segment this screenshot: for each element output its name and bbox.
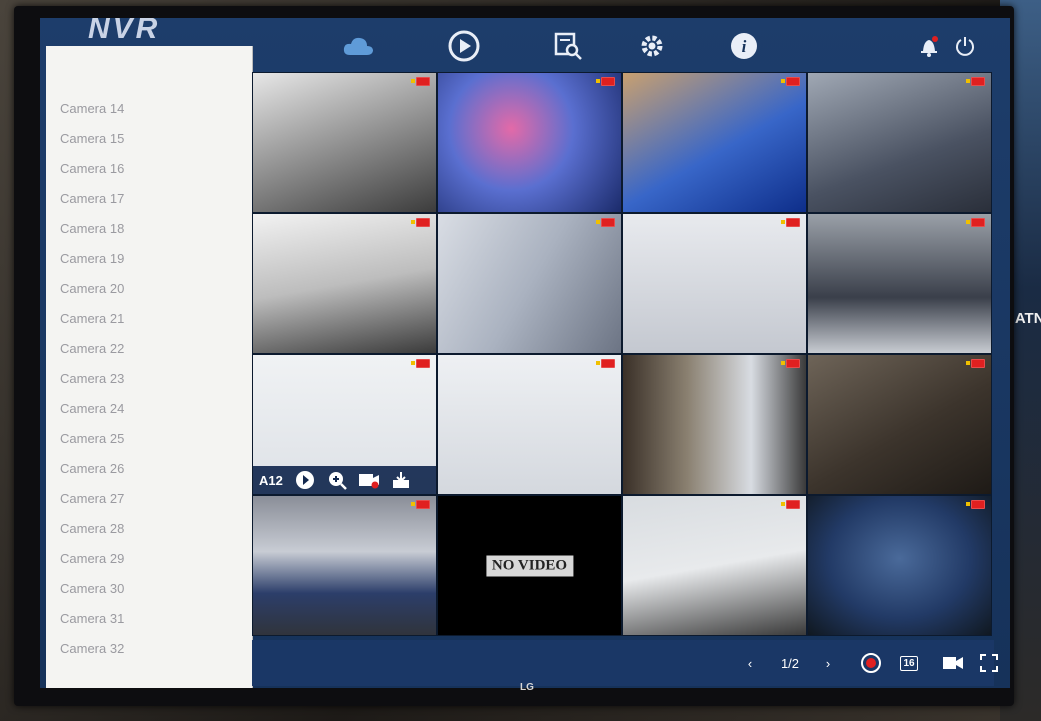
page-indicator: 1/2 bbox=[780, 655, 800, 671]
tile-toolbar: A12 bbox=[253, 466, 436, 494]
camera-list-item[interactable]: Camera 22 bbox=[60, 336, 124, 362]
record-indicator-icon bbox=[411, 218, 430, 227]
camera-list-item[interactable]: Camera 25 bbox=[60, 426, 124, 452]
camera-grid: A12 NO VIDEO bbox=[252, 72, 994, 640]
monitor-bezel: NVR i Camera 14 Camera 15 Camera 16 Came… bbox=[14, 6, 1014, 706]
playback-icon[interactable] bbox=[293, 470, 317, 490]
camera-tile[interactable] bbox=[252, 495, 437, 636]
cloud-icon[interactable] bbox=[340, 28, 376, 64]
bottom-toolbar: ‹ 1/2 › 16 bbox=[252, 640, 998, 686]
zoom-icon[interactable] bbox=[325, 470, 349, 490]
alarm-bell-icon[interactable] bbox=[916, 28, 942, 64]
record-indicator-icon bbox=[966, 500, 985, 509]
camera-tile[interactable]: NO VIDEO bbox=[437, 495, 622, 636]
camera-tile[interactable] bbox=[807, 495, 992, 636]
live-view-icon[interactable] bbox=[446, 28, 482, 64]
record-indicator-icon bbox=[596, 218, 615, 227]
camera-tile[interactable] bbox=[622, 495, 807, 636]
layout-16-button[interactable]: 16 bbox=[896, 650, 922, 676]
record-icon[interactable] bbox=[357, 470, 381, 490]
camera-list-item[interactable]: Camera 31 bbox=[60, 606, 124, 632]
camera-list-item[interactable]: Camera 24 bbox=[60, 396, 124, 422]
camera-tile[interactable] bbox=[252, 213, 437, 354]
camera-list-item[interactable]: Camera 23 bbox=[60, 366, 124, 392]
camera-list-item[interactable]: Camera 20 bbox=[60, 276, 124, 302]
camera-list-item[interactable]: Camera 14 bbox=[60, 96, 124, 122]
camera-list-item[interactable]: Camera 28 bbox=[60, 516, 124, 542]
camera-tile[interactable] bbox=[252, 72, 437, 213]
tile-channel-label: A12 bbox=[259, 472, 283, 488]
camera-tile[interactable] bbox=[437, 354, 622, 495]
camera-list: Camera 14 Camera 15 Camera 16 Camera 17 … bbox=[46, 46, 253, 688]
camera-list-item[interactable]: Camera 15 bbox=[60, 126, 124, 152]
record-indicator-icon bbox=[781, 77, 800, 86]
prev-page-button[interactable]: ‹ bbox=[740, 650, 760, 676]
power-icon[interactable] bbox=[952, 28, 978, 64]
settings-icon[interactable] bbox=[634, 28, 670, 64]
brand-logo: NVR bbox=[88, 18, 161, 45]
no-video-label: NO VIDEO bbox=[485, 555, 574, 576]
record-indicator-icon bbox=[411, 359, 430, 368]
record-indicator-icon bbox=[781, 359, 800, 368]
camera-tile[interactable] bbox=[437, 213, 622, 354]
camera-tile[interactable] bbox=[807, 72, 992, 213]
manual-record-icon[interactable] bbox=[858, 650, 884, 676]
camera-list-item[interactable]: Camera 21 bbox=[60, 306, 124, 332]
search-playback-icon[interactable] bbox=[550, 28, 586, 64]
camera-list-item[interactable]: Camera 30 bbox=[60, 576, 124, 602]
camera-tile[interactable] bbox=[622, 354, 807, 495]
record-indicator-icon bbox=[596, 359, 615, 368]
svg-text:i: i bbox=[742, 37, 747, 56]
camera-tile[interactable]: A12 bbox=[252, 354, 437, 495]
record-indicator-icon bbox=[781, 218, 800, 227]
camera-tile[interactable] bbox=[807, 213, 992, 354]
camera-list-item[interactable]: Camera 17 bbox=[60, 186, 124, 212]
record-indicator-icon bbox=[781, 500, 800, 509]
camera-list-item[interactable]: Camera 18 bbox=[60, 216, 124, 242]
camera-list-item[interactable]: Camera 26 bbox=[60, 456, 124, 482]
camera-tile[interactable] bbox=[622, 213, 807, 354]
camera-tile[interactable] bbox=[437, 72, 622, 213]
fullscreen-icon[interactable] bbox=[976, 650, 1002, 676]
next-page-button[interactable]: › bbox=[818, 650, 838, 676]
camera-list-item[interactable]: Camera 32 bbox=[60, 636, 124, 662]
record-indicator-icon bbox=[411, 77, 430, 86]
info-icon[interactable]: i bbox=[726, 28, 762, 64]
record-indicator-icon bbox=[966, 218, 985, 227]
camera-sequence-icon[interactable] bbox=[940, 650, 966, 676]
camera-list-item[interactable]: Camera 29 bbox=[60, 546, 124, 572]
snapshot-icon[interactable] bbox=[389, 470, 413, 490]
nvr-screen: NVR i Camera 14 Camera 15 Camera 16 Came… bbox=[40, 18, 1010, 688]
camera-list-item[interactable]: Camera 27 bbox=[60, 486, 124, 512]
record-indicator-icon bbox=[596, 77, 615, 86]
monitor-logo: LG bbox=[520, 682, 534, 693]
record-indicator-icon bbox=[411, 500, 430, 509]
camera-tile[interactable] bbox=[807, 354, 992, 495]
camera-list-item[interactable]: Camera 16 bbox=[60, 156, 124, 182]
camera-list-item[interactable]: Camera 19 bbox=[60, 246, 124, 272]
layout-16-label: 16 bbox=[900, 655, 918, 671]
camera-tile[interactable] bbox=[622, 72, 807, 213]
record-indicator-icon bbox=[966, 77, 985, 86]
record-indicator-icon bbox=[966, 359, 985, 368]
